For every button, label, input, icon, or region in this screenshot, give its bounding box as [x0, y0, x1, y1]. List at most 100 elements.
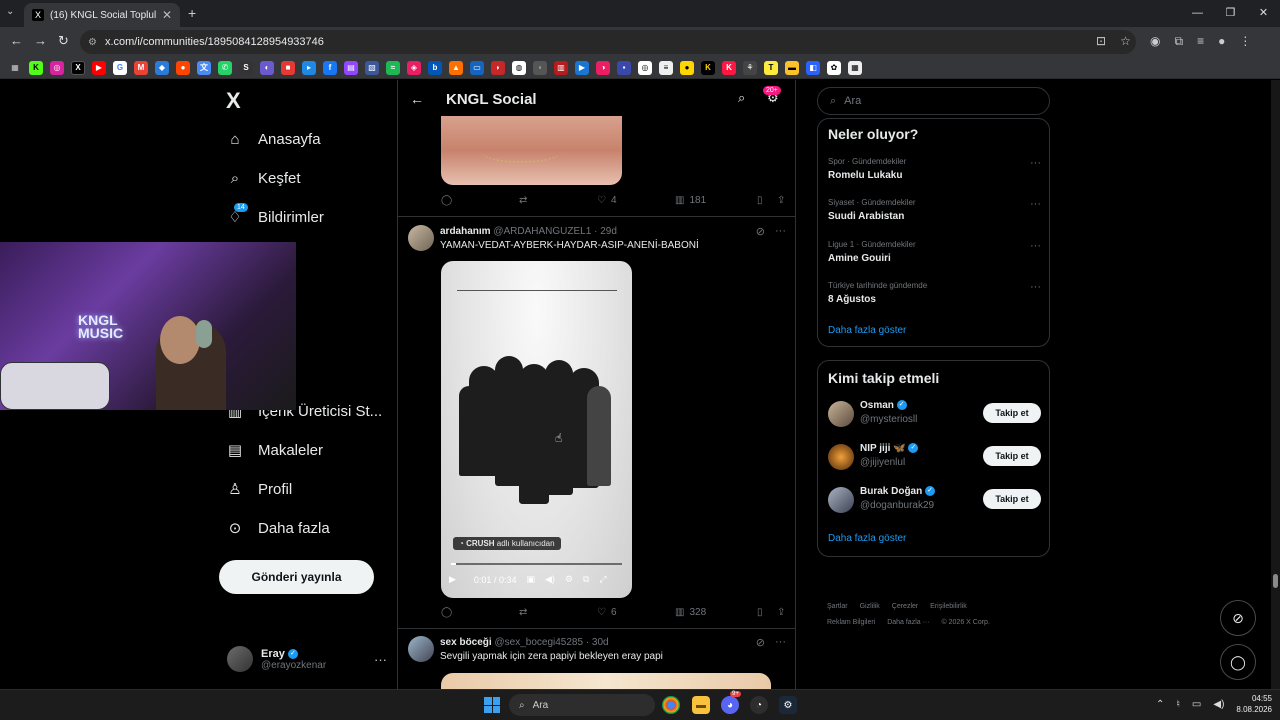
bookmark-button[interactable]: ▯ — [757, 607, 777, 618]
follow-button[interactable]: Takip et — [983, 489, 1041, 509]
bookmark-site-icon[interactable]: ◧ — [806, 60, 820, 75]
repost-button[interactable]: ⇄ — [519, 195, 597, 206]
more-dots-icon[interactable]: ··· — [1030, 281, 1041, 293]
share-button[interactable]: ⇪ — [777, 607, 785, 618]
tray-overflow-icon[interactable]: ⌃ — [1156, 699, 1164, 710]
discord-app-icon[interactable]: ◕ — [721, 696, 739, 714]
avatar[interactable] — [828, 401, 854, 427]
bookmark-site-icon[interactable]: ◗ — [491, 60, 505, 75]
display-icon[interactable]: ▭ — [1192, 699, 1201, 710]
extension-icon[interactable]: ◉ — [1150, 34, 1160, 49]
bookmark-whatsapp-icon[interactable]: ✆ — [218, 60, 232, 75]
menu-kebab-icon[interactable]: ⋮ — [1239, 34, 1251, 49]
fullscreen-icon[interactable]: ⤢ — [599, 574, 606, 585]
puzzle-icon[interactable]: ⧉ — [1174, 34, 1183, 49]
bookmark-site-icon[interactable]: ▲ — [449, 60, 463, 75]
avatar[interactable] — [828, 444, 854, 470]
follow-button[interactable]: Takip et — [983, 403, 1041, 423]
nav-articles[interactable]: ▤ Makaleler — [226, 441, 323, 460]
bookmark-site-icon[interactable]: ◑ — [596, 60, 610, 75]
bookmark-reddit-icon[interactable]: ● — [176, 60, 190, 75]
bookmark-site-icon[interactable]: ≈ — [386, 60, 400, 75]
like-button[interactable]: ♡ 4 — [597, 195, 675, 206]
forward-icon[interactable]: → — [34, 33, 47, 48]
grok-icon[interactable]: ⊘ — [756, 636, 765, 649]
play-icon[interactable]: ▶ — [449, 574, 456, 585]
bookmark-site-icon[interactable]: S — [239, 60, 253, 75]
more-dots-icon[interactable]: ··· — [1030, 157, 1041, 169]
post-button[interactable]: Gönderi yayınla — [219, 560, 374, 594]
more-dots-icon[interactable]: ··· — [1030, 198, 1041, 210]
profile-avatar-icon[interactable]: ● — [1218, 34, 1225, 49]
more-dots-icon[interactable]: ··· — [775, 225, 786, 238]
post-author[interactable]: ardahanım — [440, 226, 491, 237]
scrollbar-thumb[interactable] — [1273, 574, 1278, 588]
pip-icon[interactable]: ⧉ — [583, 574, 589, 585]
restore-icon[interactable]: ❐ — [1214, 0, 1247, 27]
app-icon[interactable]: ◔ — [750, 696, 768, 714]
tab-close-icon[interactable]: ✕ — [162, 8, 172, 22]
browser-tab[interactable]: X (16) KNGL Social Topluluk / X ✕ — [24, 3, 180, 27]
follow-suggestion[interactable]: Burak Doğan ✓ @doganburak29 Takip et — [828, 485, 1041, 515]
bookmark-twitch-icon[interactable]: ▤ — [344, 60, 358, 75]
nav-notifications[interactable]: ♢ 14 Bildirimler — [226, 203, 324, 226]
bookmark-site-icon[interactable]: K — [701, 60, 715, 75]
bookmark-translate-icon[interactable]: 文 — [197, 60, 211, 75]
bookmark-site-icon[interactable]: ■ — [281, 60, 295, 75]
captions-icon[interactable]: ▣ — [526, 574, 535, 585]
footer-link-accessibility[interactable]: Erişilebilirlik — [930, 603, 967, 610]
reply-button[interactable]: ◯ — [441, 607, 519, 618]
bookmark-button[interactable]: ▯ — [757, 195, 777, 206]
x-logo[interactable]: X — [226, 88, 241, 114]
bookmark-site-icon[interactable]: b — [428, 60, 442, 75]
bookmark-x-icon[interactable]: X — [71, 60, 85, 75]
follow-button[interactable]: Takip et — [983, 446, 1041, 466]
chrome-app-icon[interactable] — [662, 696, 680, 714]
video-progress-bar[interactable] — [451, 563, 622, 565]
minimize-icon[interactable]: — — [1181, 0, 1214, 27]
new-tab-icon[interactable]: + — [188, 5, 196, 21]
search-input[interactable]: ⌕ Ara — [817, 87, 1050, 115]
views-button[interactable]: ▥ 181 — [675, 195, 757, 206]
footer-link-more[interactable]: Daha fazla ··· — [887, 619, 929, 626]
post-time[interactable]: · 30d — [586, 637, 609, 648]
bookmark-site-icon[interactable]: ● — [680, 60, 694, 75]
apps-grid-icon[interactable]: ▦ — [8, 61, 22, 75]
bookmark-site-icon[interactable]: ◎ — [638, 60, 652, 75]
bookmark-site-icon[interactable]: ⚘ — [743, 60, 757, 75]
post-image[interactable] — [441, 673, 771, 689]
settings-icon[interactable]: ⚙ — [565, 574, 573, 585]
share-button[interactable]: ⇪ — [777, 195, 785, 206]
bookmark-site-icon[interactable]: ▧ — [365, 60, 379, 75]
trend-item[interactable]: Ligue 1 · Gündemdekiler Amine Gouiri ··· — [828, 240, 1041, 264]
close-window-icon[interactable]: ✕ — [1247, 0, 1280, 27]
steam-app-icon[interactable]: ⚙ — [779, 696, 797, 714]
trend-item[interactable]: Türkiye tarihinde gündemde 8 Ağustos ··· — [828, 281, 1041, 305]
community-search-icon[interactable]: ⌕ — [738, 90, 745, 106]
nav-profile[interactable]: ♙ Profil — [226, 480, 292, 499]
bookmark-site-icon[interactable]: ≡ — [659, 60, 673, 75]
bookmark-kick-icon[interactable]: K — [29, 60, 43, 75]
url-field[interactable]: ⚙ x.com/i/communities/189508412895493374… — [80, 30, 1136, 54]
bookmark-site-icon[interactable]: ▭ — [470, 60, 484, 75]
bookmark-site-icon[interactable]: ◆ — [155, 60, 169, 75]
bookmark-youtube-icon[interactable]: ▶ — [92, 60, 106, 75]
bookmark-site-icon[interactable]: ◦ — [533, 60, 547, 75]
bookmark-site-icon[interactable]: ▥ — [554, 60, 568, 75]
bookmark-gmail-icon[interactable]: M — [134, 60, 148, 75]
site-info-icon[interactable]: ⚙ — [88, 37, 97, 48]
bookmark-site-icon[interactable]: ▸ — [302, 60, 316, 75]
reload-icon[interactable]: ↻ — [58, 33, 69, 49]
nav-explore[interactable]: ⌕ Keşfet — [226, 169, 301, 187]
bookmark-star-icon[interactable]: ☆ — [1120, 34, 1131, 48]
microphone-icon[interactable]: ♮ — [1176, 699, 1180, 710]
post-handle[interactable]: @ARDAHANGUZEL1 — [493, 226, 591, 237]
avatar[interactable] — [408, 225, 434, 251]
taskbar-search[interactable]: ⌕ Ara — [509, 694, 655, 716]
bookmark-google-icon[interactable]: G — [113, 60, 127, 75]
nav-home[interactable]: ⌂ Anasayfa — [226, 130, 320, 148]
follow-suggestion[interactable]: NIP jiji 🦋 ✓ @jijiyenlul Takip et — [828, 442, 1041, 472]
grok-icon[interactable]: ⊘ — [756, 225, 765, 238]
clock[interactable]: 04:55 8.08.2026 — [1236, 693, 1272, 715]
post-author[interactable]: sex böceği — [440, 637, 492, 648]
